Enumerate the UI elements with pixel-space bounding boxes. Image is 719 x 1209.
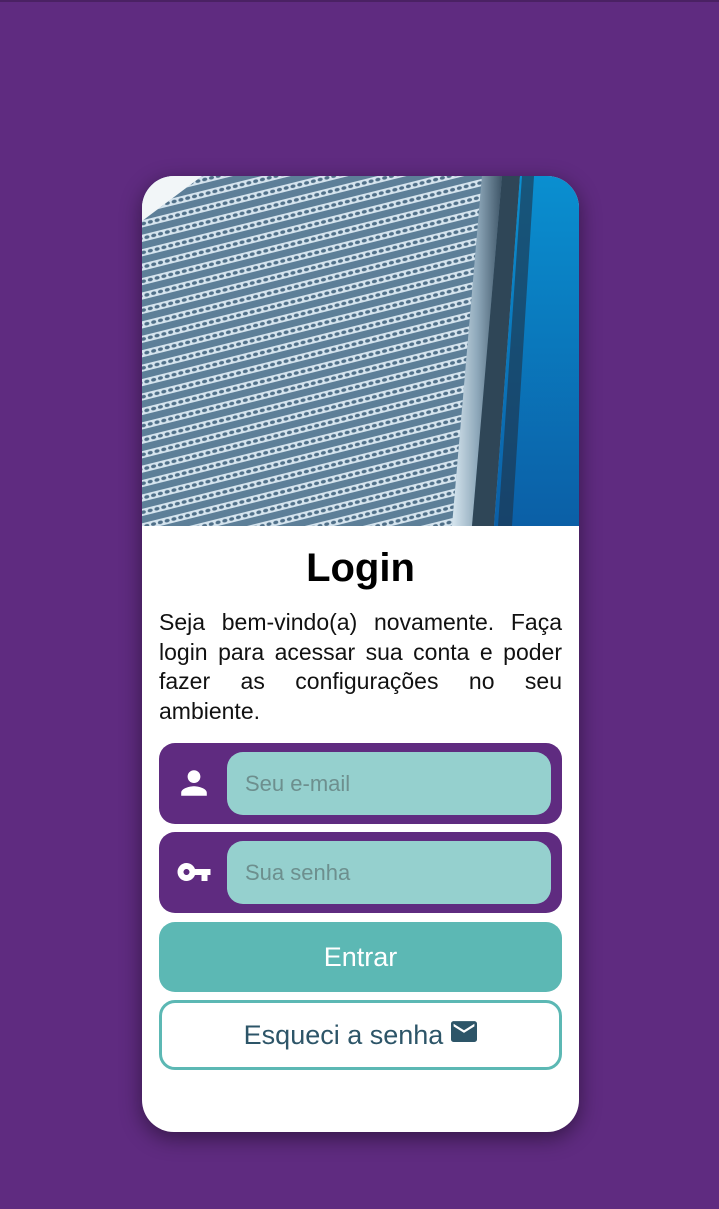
email-input[interactable] [227, 752, 551, 815]
password-field-group [159, 832, 562, 913]
mail-icon [451, 1021, 478, 1043]
password-input[interactable] [227, 841, 551, 904]
person-icon [176, 765, 212, 801]
login-button[interactable]: Entrar [159, 922, 562, 992]
building-facade-image [142, 176, 579, 526]
login-card: Login Seja bem-vindo(a) novamente. Faça … [142, 176, 579, 1132]
forgot-password-label: Esqueci a senha [243, 1019, 444, 1050]
email-field-group [159, 743, 562, 824]
key-icon [176, 854, 212, 890]
page-title: Login [306, 546, 415, 590]
top-border-line [0, 0, 719, 2]
forgot-password-button[interactable]: Esqueci a senha [159, 1000, 562, 1070]
welcome-text: Seja bem-vindo(a) novamente. Faça login … [159, 609, 562, 724]
